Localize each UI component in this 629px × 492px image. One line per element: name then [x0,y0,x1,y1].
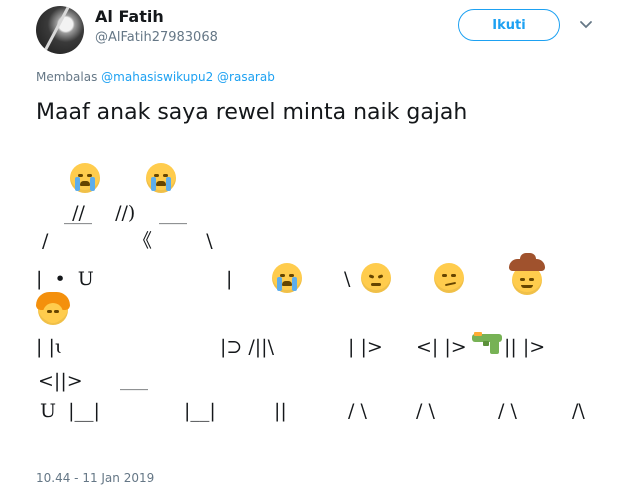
art-line: / \ [498,400,517,422]
art-line: | |ɩ [36,336,63,358]
art-line: ____ [120,375,148,391]
cowboy-face-icon [509,253,545,295]
art-line: | |> [348,336,383,358]
water-pistol-icon [472,332,502,354]
art-line: || [274,400,287,422]
reply-prefix: Membalas [36,70,98,84]
art-line: <| |> [416,336,467,358]
mention-link[interactable]: @rasarab [217,70,275,84]
art-line: \ [344,268,351,290]
crying-face-icon [146,163,176,193]
girl-face-icon [36,292,70,325]
tweet-timestamp[interactable]: 10.44 - 11 Jan 2019 [36,471,154,485]
crying-face-icon [272,263,302,293]
crying-face-icon [70,163,100,193]
angry-face-icon [361,263,391,293]
art-line: / \ [348,400,367,422]
art-line: / \ [416,400,435,422]
art-line: | [226,268,233,290]
chevron-down-icon[interactable] [578,17,594,33]
avatar[interactable] [36,6,84,54]
art-line: |__| [184,400,216,422]
art-line: || |> [504,336,546,358]
art-line: / 《 \ [42,230,213,252]
art-line: ____ [159,209,187,225]
author-handle[interactable]: @AlFatih27983068 [95,30,218,45]
smirking-face-icon [434,263,464,293]
tweet-text: Maaf anak saya rewel minta naik gajah [36,100,468,125]
art-line: U |__| [40,400,100,422]
follow-button[interactable]: Ikuti [458,9,560,41]
art-line: <||> [38,370,83,392]
art-line: ____ [64,209,92,225]
art-line: /\ [572,400,585,422]
mention-link[interactable]: @mahasiswikupu2 [101,70,213,84]
reply-context: Membalas @mahasiswikupu2 @rasarab [36,70,275,84]
art-line: |⊃ /||\ [220,336,274,358]
art-line: | • U [36,268,94,290]
author-name[interactable]: Al Fatih [95,7,164,26]
